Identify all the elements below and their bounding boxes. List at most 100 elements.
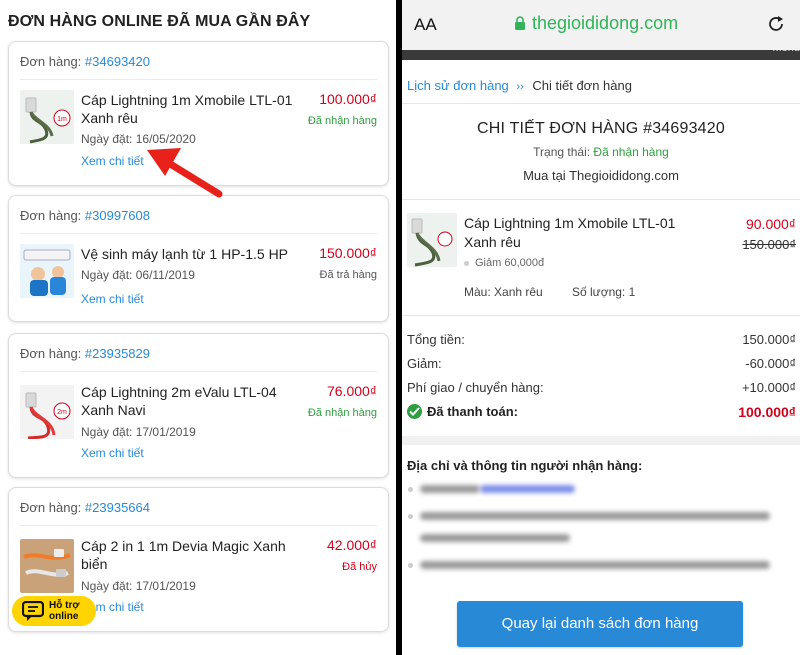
summary-row-paid: Đã thanh toán: 100.000₫ xyxy=(407,404,796,420)
order-date: Ngày đặt: 17/01/2019 xyxy=(81,425,196,439)
order-price: 100.000₫ xyxy=(319,91,377,107)
order-label: Đơn hàng: xyxy=(20,208,82,223)
product-name: Cáp 2 in 1 1m Devia Magic Xanh biển xyxy=(81,538,286,572)
paid-label: Đã thanh toán: xyxy=(427,404,518,419)
support-online-button[interactable]: Hỗ trợ online xyxy=(12,596,96,626)
order-id-link[interactable]: #34693420 xyxy=(85,54,150,69)
order-label: Đơn hàng: xyxy=(20,346,82,361)
order-header: Đơn hàng: #34693420 xyxy=(20,54,150,69)
browser-address-bar: AA thegioididong.com xyxy=(402,0,800,50)
status-label: Trạng thái: xyxy=(533,145,591,159)
chat-bubble-icon xyxy=(22,601,44,621)
order-price: 150.000₫ xyxy=(319,245,377,261)
product-name: Cáp Lightning 1m Xmobile LTL-01 Xanh rêu xyxy=(81,92,293,126)
summary-label: Phí giao / chuyển hàng: xyxy=(407,380,544,395)
order-date-label: Ngày đặt: xyxy=(81,132,133,146)
bullet-dot xyxy=(408,514,413,519)
breadcrumb: Lịch sử đơn hàng ›› Chi tiết đơn hàng xyxy=(407,78,632,93)
text-size-button[interactable]: AA xyxy=(414,15,437,35)
page-title: ĐƠN HÀNG ONLINE ĐÃ MUA GẦN ĐÂY xyxy=(8,13,311,30)
bullet-dot xyxy=(464,260,469,266)
order-date-value: 06/11/2019 xyxy=(135,268,195,282)
order-status: Đã trả hàng xyxy=(319,269,377,281)
red-arrow-icon xyxy=(147,148,223,198)
product-discount: Giảm 60,000đ xyxy=(464,257,544,269)
svg-text:2m: 2m xyxy=(57,409,67,416)
order-date-value: 17/01/2019 xyxy=(135,425,196,439)
product-quantity: Số lượng: 1 xyxy=(572,285,636,299)
summary-label: Giảm: xyxy=(407,356,442,371)
redacted-text xyxy=(420,534,570,542)
lock-icon xyxy=(515,16,525,30)
product-color: Màu: Xanh rêu xyxy=(464,285,543,299)
order-id-link[interactable]: #23935664 xyxy=(85,500,150,515)
order-price: 42.000₫ xyxy=(326,537,377,553)
order-id-link[interactable]: #23935829 xyxy=(85,346,150,361)
summary-label: Tổng tiền: xyxy=(407,332,465,347)
product-name: Vệ sinh máy lạnh từ 1 HP-1.5 HP xyxy=(81,246,289,262)
summary-row-discount: Giảm: -60.000₫ xyxy=(407,356,796,371)
order-date-value: 17/01/2019 xyxy=(135,579,196,593)
order-id-link[interactable]: #30997608 xyxy=(85,208,150,223)
support-line1: Hỗ trợ xyxy=(49,600,80,611)
order-label: Đơn hàng: xyxy=(20,500,82,515)
product-thumbnail xyxy=(20,244,74,298)
order-date-label: Ngày đặt: xyxy=(81,268,133,282)
redacted-text xyxy=(420,561,770,569)
order-date-label: Ngày đặt: xyxy=(81,425,133,439)
discount-text: Giảm 60,000đ xyxy=(475,257,545,269)
breadcrumb-separator: ›› xyxy=(516,81,524,93)
divider xyxy=(20,525,377,526)
divider xyxy=(402,315,800,316)
divider xyxy=(402,199,800,200)
order-status: Đã nhận hàng xyxy=(307,407,377,419)
divider xyxy=(20,233,377,234)
redacted-text xyxy=(420,512,770,520)
order-status: Đã hủy xyxy=(342,561,377,573)
section-divider xyxy=(402,436,800,445)
product-thumbnail xyxy=(407,213,457,267)
summary-row-shipping: Phí giao / chuyển hàng: +10.000₫ xyxy=(407,380,796,395)
support-label: Hỗ trợ online xyxy=(49,600,79,622)
redacted-text xyxy=(420,485,480,493)
summary-row-total: Tổng tiền: 150.000₫ xyxy=(407,332,796,347)
paid-value: 100.000₫ xyxy=(738,404,796,420)
order-price: 76.000₫ xyxy=(326,383,377,399)
order-history-panel: ĐƠN HÀNG ONLINE ĐÃ MUA GẦN ĐÂY Đơn hàng:… xyxy=(0,0,396,655)
support-line2: online xyxy=(49,611,79,622)
order-header: Đơn hàng: #23935829 xyxy=(20,346,150,361)
order-detail-title: CHI TIẾT ĐƠN HÀNG #34693420 xyxy=(477,120,725,137)
summary-value: -60.000₫ xyxy=(745,356,796,371)
svg-text:1m: 1m xyxy=(57,116,67,123)
divider xyxy=(402,103,800,104)
order-header: Đơn hàng: #30997608 xyxy=(20,208,150,223)
order-header: Đơn hàng: #23935664 xyxy=(20,500,150,515)
order-status: Đã nhận hàng xyxy=(307,115,377,127)
redacted-text xyxy=(480,485,575,493)
view-detail-link[interactable]: Xem chi tiết xyxy=(81,154,144,168)
order-label: Đơn hàng: xyxy=(20,54,82,69)
breadcrumb-current: Chi tiết đơn hàng xyxy=(532,78,632,93)
order-date: Ngày đặt: 17/01/2019 xyxy=(81,579,196,593)
url-text: thegioididong.com xyxy=(532,13,679,33)
product-name: Cáp Lightning 2m eValu LTL-04 Xanh Navi xyxy=(81,384,277,418)
order-date-label: Ngày đặt: xyxy=(81,579,133,593)
order-detail-panel: Menu AA thegioididong.com Lịch sử đơn hà… xyxy=(402,0,800,655)
product-thumbnail: 2m xyxy=(20,385,74,439)
back-to-orders-button[interactable]: Quay lại danh sách đơn hàng xyxy=(457,601,743,647)
url-field[interactable]: thegioididong.com xyxy=(514,13,678,34)
address-title: Địa chỉ và thông tin người nhận hàng: xyxy=(407,458,643,473)
divider xyxy=(20,371,377,372)
view-detail-link[interactable]: Xem chi tiết xyxy=(81,292,144,306)
reload-icon[interactable] xyxy=(766,14,786,34)
view-detail-link[interactable]: Xem chi tiết xyxy=(81,446,144,460)
product-name: Cáp Lightning 1m Xmobile LTL-01 Xanh rêu xyxy=(464,215,676,250)
summary-value: 150.000₫ xyxy=(742,332,796,347)
check-circle-icon xyxy=(407,404,422,419)
order-card: Đơn hàng: #23935829 2m Cáp Lightning 2m … xyxy=(8,333,389,478)
purchase-location: Mua tại Thegioididong.com xyxy=(523,168,679,183)
product-thumbnail: 1m xyxy=(20,90,74,144)
bullet-dot xyxy=(408,487,413,492)
breadcrumb-order-history[interactable]: Lịch sử đơn hàng xyxy=(407,78,509,93)
order-card: Đơn hàng: #30997608 Vệ sinh máy lạnh từ … xyxy=(8,195,389,322)
